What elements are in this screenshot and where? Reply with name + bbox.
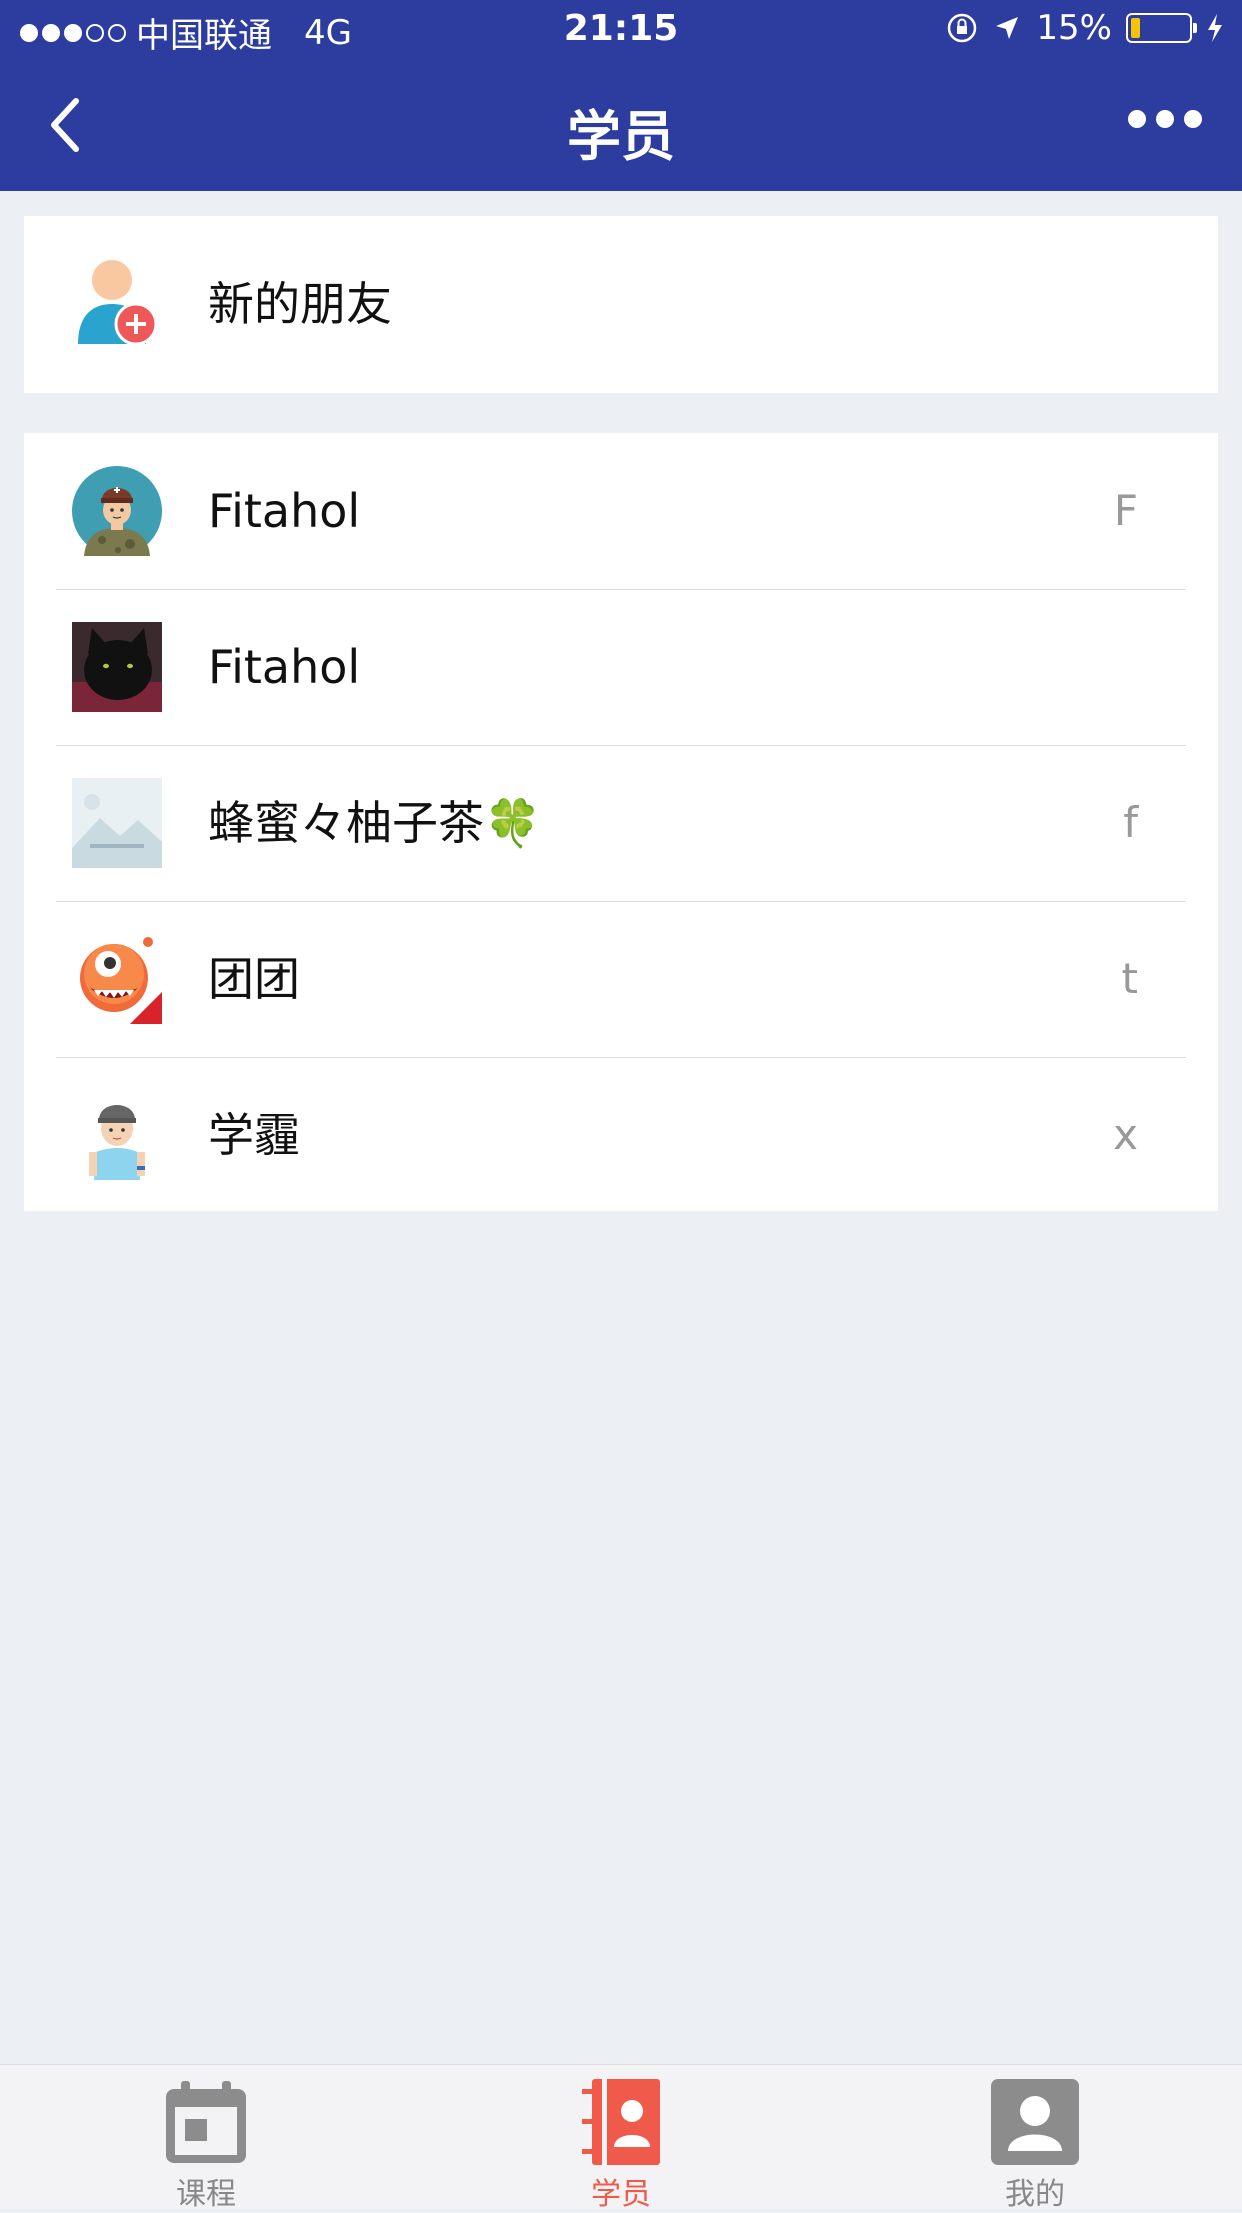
nav-bar: 学员 [0,60,1242,191]
contacts-book-icon [582,2079,660,2165]
student-name: 团团 [208,952,300,1006]
student-row[interactable]: 学霾 x [24,1057,1218,1213]
new-friends-row[interactable]: 新的朋友 [24,216,1218,393]
tab-courses[interactable]: 课程 [136,2077,276,2213]
index-letter: t [1121,954,1138,1003]
tab-label: 我的 [1005,2177,1065,2212]
tab-students[interactable]: 学员 [551,2077,691,2213]
soldier-avatar [72,466,162,556]
student-name: Fitahol [208,484,361,538]
student-name: 学霾 [208,1108,300,1162]
profile-icon [991,2079,1079,2165]
new-friends-card: 新的朋友 [24,216,1218,393]
battery-percent: 15% [1036,8,1112,48]
black-cat-avatar [72,622,162,712]
location-arrow-icon [996,17,1019,39]
student-row[interactable]: 团团 t [24,901,1218,1057]
page-title: 学员 [567,105,675,168]
student-name: 蜂蜜々柚子茶🍀 [208,796,542,850]
student-row[interactable]: Fitahol [24,589,1218,745]
rotation-lock-icon [948,13,977,43]
cartoon-monster-avatar [80,937,162,1024]
calendar-icon [166,2081,246,2163]
tab-label: 课程 [176,2177,236,2212]
charging-bolt-icon [1208,14,1222,42]
student-name: Fitahol [208,640,361,694]
index-letter: F [1113,486,1138,535]
tab-profile[interactable]: 我的 [965,2077,1105,2213]
student-row[interactable]: Fitahol F [24,433,1218,589]
status-bar: 中国联通 4G 21:15 15% [0,0,1242,60]
status-right: 15% [932,8,1224,48]
boy-cap-avatar [72,1090,162,1180]
placeholder-image-avatar [72,778,162,868]
tab-label: 学员 [591,2177,651,2212]
student-row[interactable]: 蜂蜜々柚子茶🍀 f [24,745,1218,901]
add-user-icon [78,260,158,346]
index-letter: x [1113,1110,1138,1159]
more-dots-icon[interactable] [1128,110,1202,128]
new-friends-label: 新的朋友 [208,277,392,331]
battery-icon [1126,13,1197,43]
tab-bar: 课程 学员 我的 [0,2064,1242,2212]
student-list: Fitahol F Fitahol 蜂蜜々柚子茶🍀 f 团团 t 学霾 x [24,433,1218,1211]
index-letter: f [1123,798,1138,847]
